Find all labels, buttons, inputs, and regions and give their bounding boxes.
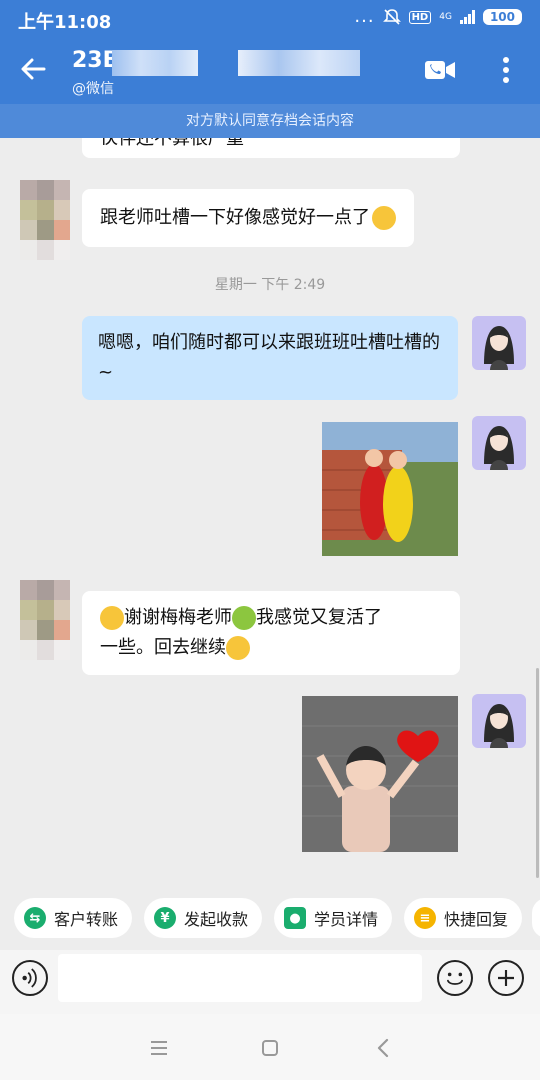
chip-label: 客户转账	[54, 910, 119, 929]
chat-header: 23B @微信	[0, 38, 540, 104]
status-bar: 上午11:08 ... HD 4G 100	[0, 0, 540, 38]
fighting-emoji-icon	[226, 636, 250, 660]
girl-avatar-icon	[484, 426, 514, 470]
signal-icon	[459, 10, 475, 24]
chat-subtitle: @微信	[72, 81, 114, 97]
home-icon[interactable]	[261, 1039, 279, 1057]
menu-icon[interactable]	[150, 1040, 168, 1056]
child-heart-sticker-image[interactable]	[302, 696, 458, 852]
message-input[interactable]	[58, 954, 422, 1002]
quick-reply-icon: ≡	[414, 907, 436, 929]
message-text: 跟老师吐槽一下好像感觉好一点了	[100, 207, 370, 228]
student-icon: ●	[284, 907, 306, 929]
customer-transfer-button[interactable]: ⇆ 客户转账	[14, 898, 133, 938]
contact-avatar[interactable]	[20, 180, 70, 260]
redacted-name	[112, 50, 198, 76]
voice-icon[interactable]	[12, 960, 48, 996]
back-arrow-icon[interactable]	[18, 54, 48, 84]
redacted-name-2	[238, 50, 360, 76]
network-type: 4G	[439, 11, 452, 22]
chip-label: 发起收款	[184, 910, 249, 929]
message-text: 嗯嗯，咱们随时都可以来跟班班吐槽吐槽的~	[98, 332, 440, 383]
archive-notice: 对方默认同意存档会话内容	[0, 104, 540, 138]
yen-shield-icon: ¥	[154, 907, 176, 929]
message-bubble-self[interactable]: 嗯嗯，咱们随时都可以来跟班班吐槽吐槽的~	[82, 316, 458, 400]
more-vertical-icon[interactable]	[496, 54, 516, 86]
status-time: 上午11:08	[18, 12, 112, 33]
message-bubble[interactable]: 跟老师吐槽一下好像感觉好一点了	[82, 189, 414, 247]
initiate-payment-button[interactable]: ¥ 发起收款	[144, 898, 263, 938]
back-nav-icon[interactable]	[376, 1038, 390, 1058]
status-icons: ... HD 4G 100	[354, 8, 522, 26]
strong-emoji-icon	[232, 606, 256, 630]
more-chip[interactable]	[532, 898, 540, 938]
transfer-icon: ⇆	[24, 907, 46, 929]
frown-emoji-icon	[372, 206, 396, 230]
input-bar	[0, 950, 540, 1014]
chip-label: 学员详情	[314, 910, 379, 929]
contact-avatar[interactable]	[20, 580, 70, 660]
more-notifications-icon: ...	[354, 6, 375, 27]
chip-label: 快捷回复	[444, 910, 509, 929]
quick-action-bar: ⇆ 客户转账 ¥ 发起收款 ● 学员详情 ≡ 快捷回复	[0, 886, 540, 950]
emoji-icon[interactable]	[437, 960, 473, 996]
girl-avatar-icon	[484, 704, 514, 748]
timestamp: 星期一 下午 2:49	[214, 277, 326, 293]
message-text: 一些。回去继续	[100, 637, 226, 658]
grin-emoji-icon	[100, 606, 124, 630]
girl-avatar-icon	[484, 326, 514, 370]
top-bar: 上午11:08 ... HD 4G 100 23B @微信	[0, 0, 540, 104]
teletubbies-sticker-image[interactable]	[322, 422, 458, 556]
student-details-button[interactable]: ● 学员详情	[274, 898, 393, 938]
message-text: 我感觉又复活了	[256, 607, 382, 628]
hd-badge: HD	[408, 10, 432, 24]
self-avatar[interactable]	[472, 694, 526, 748]
message-text: 伙伴还不算很严重	[100, 138, 244, 149]
self-avatar[interactable]	[472, 416, 526, 470]
scrollbar[interactable]	[536, 668, 539, 878]
message-bubble[interactable]: 伙伴还不算很严重	[82, 138, 460, 158]
bell-mute-icon	[382, 9, 401, 25]
battery-icon: 100	[482, 9, 522, 25]
video-call-icon[interactable]	[424, 58, 456, 82]
plus-icon[interactable]	[488, 960, 524, 996]
quick-reply-button[interactable]: ≡ 快捷回复	[404, 898, 523, 938]
system-nav-bar	[0, 1014, 540, 1080]
self-avatar[interactable]	[472, 316, 526, 370]
message-list[interactable]: 伙伴还不算很严重 跟老师吐槽一下好像感觉好一点了 星期一 下午 2:49 嗯嗯，…	[0, 138, 540, 886]
message-bubble[interactable]: 谢谢梅梅老师 我感觉又复活了 一些。回去继续	[82, 591, 460, 675]
message-text: 谢谢梅梅老师	[124, 607, 232, 628]
